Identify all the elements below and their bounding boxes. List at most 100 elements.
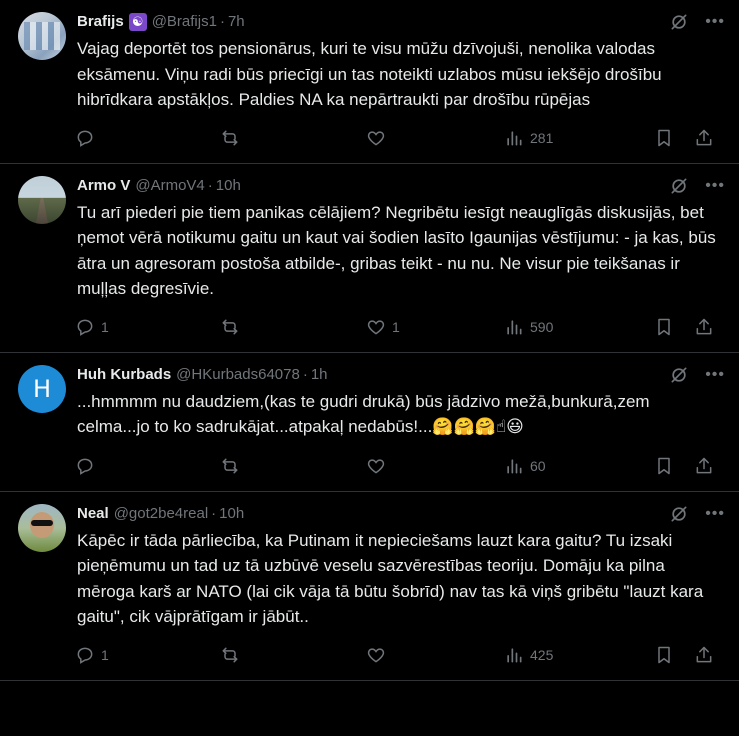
reply-feed: Brafijs ☯ @Brafijs1 · 7h ••• Vajag depor…	[0, 0, 739, 681]
tweet-body: Kāpēc ir tāda pārliecība, ka Putinam it …	[77, 530, 704, 627]
tweet-body: Vajag deportēt tos pensionārus, kuri te …	[77, 39, 662, 109]
more-icon[interactable]: •••	[705, 504, 725, 524]
share-icon	[696, 646, 712, 662]
tweet[interactable]: Brafijs ☯ @Brafijs1 · 7h ••• Vajag depor…	[0, 0, 739, 164]
user-handle[interactable]: @ArmoV4	[135, 176, 204, 196]
bookmark-icon	[658, 129, 670, 146]
user-handle[interactable]: @Brafijs1	[152, 12, 217, 32]
tweet[interactable]: Neal @got2be4real · 10h ••• Kāpēc ir tād…	[0, 492, 739, 681]
reply-icon	[77, 319, 93, 336]
bookmark-icon	[658, 646, 670, 663]
views-button[interactable]: 60	[504, 456, 654, 476]
share-button[interactable]	[694, 645, 714, 665]
like-button[interactable]	[366, 645, 504, 665]
grok-icon[interactable]	[669, 504, 689, 524]
retweet-button[interactable]	[220, 645, 366, 665]
views-button[interactable]: 425	[504, 645, 654, 665]
reply-button[interactable]: 1	[75, 317, 220, 337]
reply-icon	[77, 458, 93, 475]
views-button[interactable]: 590	[504, 317, 654, 337]
retweet-icon	[222, 319, 238, 334]
heart-icon	[367, 130, 385, 146]
like-count: 1	[392, 318, 400, 335]
bookmark-button[interactable]	[654, 317, 694, 337]
separator-dot: ·	[302, 365, 308, 383]
like-button[interactable]: 1	[366, 317, 504, 337]
tweet-text: Tu arī piederi pie tiem panikas cēlājiem…	[77, 200, 723, 302]
bookmark-button[interactable]	[654, 128, 694, 148]
timestamp[interactable]: 10h	[219, 504, 244, 524]
tweet-header-actions: •••	[669, 504, 725, 524]
avatar-letter: H	[32, 374, 52, 403]
share-button[interactable]	[694, 128, 714, 148]
like-button[interactable]	[366, 456, 504, 476]
avatar[interactable]: H	[18, 364, 66, 413]
tweet-text: ...hmmmm nu daudziem,(kas te gudri drukā…	[77, 389, 723, 441]
share-icon	[696, 457, 712, 473]
avatar[interactable]	[18, 175, 66, 224]
tweet-actions: 1 425	[75, 630, 723, 680]
avatar[interactable]	[18, 503, 66, 552]
tweet-header: Brafijs ☯ @Brafijs1 · 7h	[77, 12, 723, 32]
more-icon[interactable]: •••	[705, 365, 725, 385]
reply-icon	[77, 647, 93, 664]
tweet[interactable]: H Huh Kurbads @HKurbads64078 · 1h ••• ..…	[0, 353, 739, 492]
tweet-header: Huh Kurbads @HKurbads64078 · 1h	[77, 365, 723, 385]
avatar[interactable]	[18, 12, 66, 60]
views-icon	[507, 319, 522, 334]
tweet-body: ...hmmmm nu daudziem,(kas te gudri drukā…	[77, 391, 650, 437]
retweet-icon	[222, 458, 238, 473]
share-button[interactable]	[694, 456, 714, 476]
display-name[interactable]: Brafijs	[77, 12, 124, 32]
views-count: 281	[530, 129, 554, 146]
views-icon	[507, 130, 522, 145]
views-count: 590	[530, 318, 554, 335]
grok-icon[interactable]	[669, 176, 689, 196]
reply-icon	[77, 130, 93, 147]
grok-icon[interactable]	[669, 12, 689, 32]
grok-icon[interactable]	[669, 365, 689, 385]
bookmark-button[interactable]	[654, 645, 694, 665]
more-icon[interactable]: •••	[705, 12, 725, 32]
more-icon[interactable]: •••	[705, 176, 725, 196]
heart-icon	[367, 458, 385, 474]
bookmark-icon	[658, 457, 670, 474]
views-count: 60	[530, 457, 546, 474]
heart-icon	[367, 647, 385, 663]
heart-icon	[367, 319, 385, 335]
tweet-text: Vajag deportēt tos pensionārus, kuri te …	[77, 36, 723, 113]
tweet-header: Armo V @ArmoV4 · 10h	[77, 176, 723, 196]
bookmark-button[interactable]	[654, 456, 694, 476]
retweet-button[interactable]	[220, 128, 366, 148]
views-count: 425	[530, 646, 554, 663]
reply-button[interactable]: 1	[75, 645, 220, 665]
tweet[interactable]: Armo V @ArmoV4 · 10h ••• Tu arī piederi …	[0, 164, 739, 353]
views-icon	[507, 647, 522, 662]
like-button[interactable]	[366, 128, 504, 148]
bookmark-icon	[658, 318, 670, 335]
tweet-actions: 1 1 590	[75, 302, 723, 352]
views-button[interactable]: 281	[504, 128, 654, 148]
user-handle[interactable]: @got2be4real	[114, 504, 208, 524]
share-button[interactable]	[694, 317, 714, 337]
reply-button[interactable]	[75, 456, 220, 476]
user-handle[interactable]: @HKurbads64078	[176, 365, 300, 385]
retweet-icon	[222, 130, 238, 145]
share-icon	[696, 129, 712, 145]
display-name[interactable]: Neal	[77, 504, 109, 524]
timestamp[interactable]: 1h	[311, 365, 328, 385]
tweet-header-actions: •••	[669, 365, 725, 385]
share-icon	[696, 318, 712, 334]
tweet-body: Tu arī piederi pie tiem panikas cēlājiem…	[77, 202, 716, 299]
tweet-actions: 281	[75, 113, 723, 163]
reply-count: 1	[101, 318, 109, 335]
retweet-button[interactable]	[220, 317, 366, 337]
timestamp[interactable]: 10h	[216, 176, 241, 196]
display-name[interactable]: Armo V	[77, 176, 130, 196]
timestamp[interactable]: 7h	[228, 12, 245, 32]
separator-dot: ·	[207, 176, 213, 194]
display-name[interactable]: Huh Kurbads	[77, 365, 171, 385]
emoji-text: 🤗🤗🤗☝😃	[432, 417, 524, 437]
reply-button[interactable]	[75, 128, 220, 148]
retweet-button[interactable]	[220, 456, 366, 476]
